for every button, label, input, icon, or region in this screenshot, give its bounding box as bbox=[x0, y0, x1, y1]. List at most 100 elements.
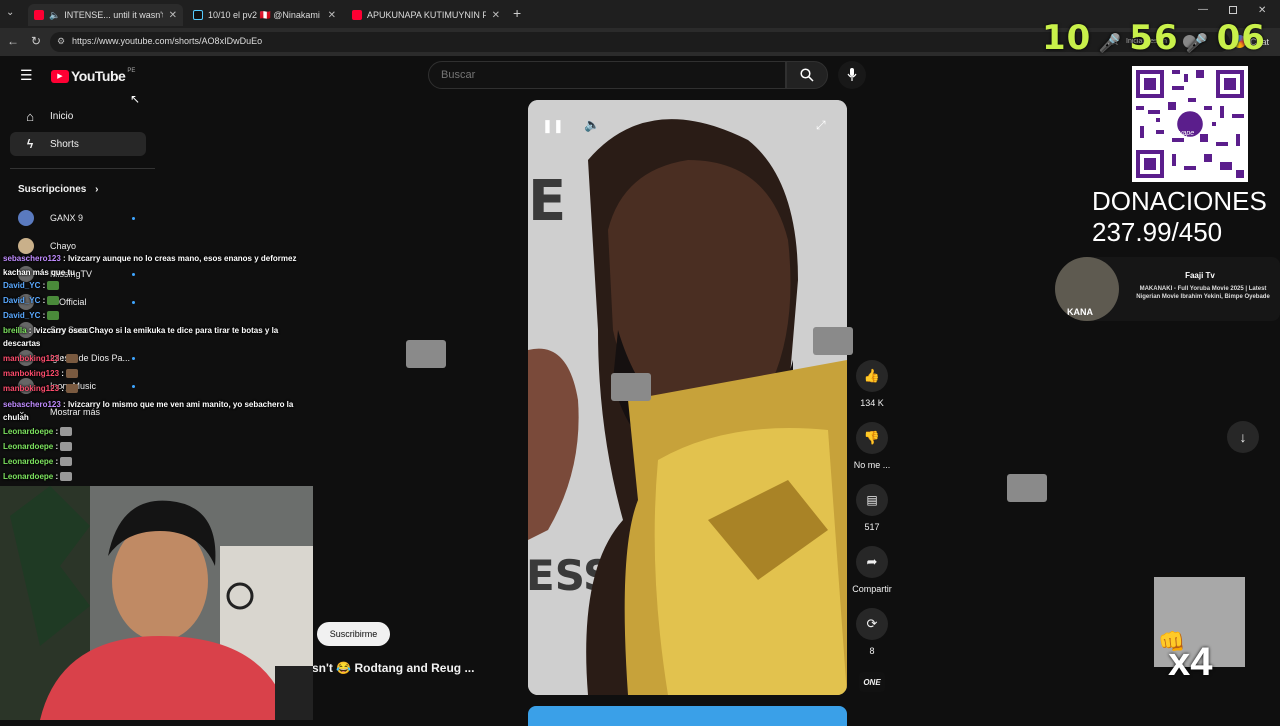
dislike-action[interactable]: 👎 No me ... bbox=[852, 422, 892, 470]
emote-icon bbox=[66, 369, 79, 379]
search-box[interactable] bbox=[428, 61, 786, 89]
youtube-logo[interactable]: ▶ YouTube PE bbox=[51, 68, 135, 84]
new-content-dot bbox=[132, 217, 135, 220]
clock-hours: 10 bbox=[1042, 18, 1092, 58]
chat-message: Leonardoepe : bbox=[3, 472, 73, 482]
yape-qr-code: yape bbox=[1132, 66, 1248, 182]
chat-username: Leonardoepe bbox=[3, 457, 54, 466]
browser-tab-2[interactable]: 10/10 el pv2 🇵🇪 @Ninakami #anim ✕ bbox=[187, 4, 342, 26]
chat-message: kachan más que tu bbox=[3, 268, 75, 277]
emote-icon bbox=[47, 281, 60, 291]
sidebar-divider bbox=[10, 168, 155, 169]
site-info-icon[interactable]: ⚙ bbox=[57, 36, 65, 47]
comments-action[interactable]: ▤ 517 bbox=[852, 484, 892, 532]
chat-username: sebaschero123 bbox=[3, 254, 61, 263]
emote-icon bbox=[60, 442, 73, 452]
emote-sticker bbox=[1007, 474, 1047, 502]
chat-text: : bbox=[53, 457, 59, 466]
chat-message: breilla : lvizcarry osea Chayo si la emi… bbox=[3, 326, 278, 335]
emote-multiplier-text: x4 bbox=[1168, 640, 1213, 684]
subscription-name: Chayo bbox=[50, 241, 77, 251]
chat-text: : bbox=[40, 281, 46, 290]
now-playing-thumbnail: KANA bbox=[1055, 257, 1119, 321]
share-label: Compartir bbox=[852, 584, 892, 594]
close-window-icon[interactable]: ✕ bbox=[1258, 5, 1266, 16]
webcam-feed bbox=[0, 486, 313, 720]
menu-hamburger-icon[interactable]: ☰ bbox=[20, 67, 33, 84]
search-input[interactable] bbox=[441, 69, 761, 81]
tab-title: APUKUNAPA KUTIMUYNIN PV2 - I bbox=[367, 10, 486, 20]
donations-label: DONACIONES bbox=[1092, 186, 1267, 216]
subscribe-button[interactable]: Suscribirme bbox=[317, 622, 390, 646]
like-count: 134 K bbox=[860, 398, 884, 408]
minimize-icon[interactable]: — bbox=[1198, 4, 1208, 15]
next-video-preview[interactable] bbox=[528, 706, 847, 726]
emote-icon bbox=[60, 457, 73, 467]
back-icon[interactable]: ← bbox=[7, 34, 19, 48]
youtube-play-icon: ▶ bbox=[51, 69, 69, 83]
chat-username: David_YC bbox=[3, 296, 41, 305]
qr-code-image bbox=[1132, 66, 1248, 182]
search-icon bbox=[800, 68, 814, 82]
chat-message: manboking123 : bbox=[3, 369, 79, 379]
close-tab-icon[interactable]: ✕ bbox=[322, 10, 336, 21]
comment-count: 517 bbox=[864, 522, 880, 532]
chat-message: David_YC : bbox=[3, 311, 60, 321]
remix-button[interactable]: ⟳ bbox=[856, 608, 888, 640]
chat-username: manboking123 bbox=[3, 369, 60, 378]
fullscreen-button[interactable]: ⤢ bbox=[816, 118, 826, 133]
shorts-video-player[interactable]: E ESS CO ❚❚ 🔈 ⤢ bbox=[528, 100, 847, 695]
emote-sticker bbox=[813, 327, 853, 355]
subscription-item[interactable]: GANX 9 bbox=[18, 210, 83, 226]
share-action[interactable]: ➦ Compartir bbox=[852, 546, 892, 594]
close-tab-icon[interactable]: ✕ bbox=[163, 10, 177, 21]
like-button[interactable]: 👍 bbox=[856, 360, 888, 392]
chat-username: Leonardoepe bbox=[3, 442, 54, 451]
chat-text: : bbox=[53, 427, 59, 436]
emote-sticker bbox=[406, 340, 446, 368]
volume-button[interactable]: 🔈 bbox=[584, 117, 600, 133]
chat-text: : lvizcarry aunque no lo creas mano, eso… bbox=[60, 254, 297, 263]
browser-tab-3[interactable]: APUKUNAPA KUTIMUYNIN PV2 - I ✕ bbox=[346, 4, 506, 26]
new-tab-icon[interactable]: + bbox=[513, 5, 521, 21]
subscriptions-title: Suscripciones bbox=[18, 184, 87, 195]
chat-message: manboking123 : bbox=[3, 354, 79, 364]
emote-icon bbox=[66, 354, 79, 364]
webcam-image bbox=[0, 486, 313, 720]
share-button[interactable]: ➦ bbox=[856, 546, 888, 578]
chat-message: manboking123 : bbox=[3, 384, 79, 394]
dislike-button[interactable]: 👎 bbox=[856, 422, 888, 454]
pause-button[interactable]: ❚❚ bbox=[542, 118, 564, 134]
next-video-button[interactable]: ↓ bbox=[1227, 421, 1259, 453]
chat-text: : lvizcarry lo mismo que me ven ami mani… bbox=[60, 400, 294, 409]
subscription-name: GANX 9 bbox=[50, 213, 84, 223]
home-icon: ⌂ bbox=[26, 108, 34, 124]
remix-action[interactable]: ⟳ 8 bbox=[852, 608, 892, 656]
chat-message: sebaschero123 : lvizcarry aunque no lo c… bbox=[3, 254, 296, 263]
sidebar-item-home[interactable]: ⌂ Inicio bbox=[10, 104, 146, 128]
chat-text: : bbox=[59, 369, 64, 378]
region-code: PE bbox=[127, 68, 136, 74]
now-playing-widget: KANA Faaji Tv MAKANAKI - Full Yoruba Mov… bbox=[1055, 257, 1280, 321]
subscriptions-header[interactable]: Suscripciones › bbox=[18, 184, 98, 195]
close-tab-icon[interactable]: ✕ bbox=[486, 10, 500, 21]
chat-text: : bbox=[59, 384, 64, 393]
comments-button[interactable]: ▤ bbox=[856, 484, 888, 516]
chat-text: chulah bbox=[3, 413, 29, 422]
chat-text: : bbox=[53, 442, 59, 451]
emote-sticker bbox=[611, 373, 651, 401]
chat-message: descartas bbox=[3, 339, 40, 348]
voice-search-button[interactable] bbox=[838, 61, 866, 89]
reload-icon[interactable]: ↻ bbox=[31, 34, 41, 48]
chat-username: Leonardoepe bbox=[3, 427, 54, 436]
sidebar-item-label: Shorts bbox=[50, 138, 79, 150]
search-button[interactable] bbox=[786, 61, 828, 89]
like-action[interactable]: 👍 134 K bbox=[852, 360, 892, 408]
thumbnail-text: KANA bbox=[1067, 307, 1093, 317]
sidebar-item-shorts[interactable]: ϟ Shorts bbox=[10, 132, 146, 156]
browser-tab-1[interactable]: 🔈 INTENSE... until it wasn't 😂 Ro ✕ bbox=[28, 4, 183, 26]
microphone-icon bbox=[847, 68, 857, 81]
tab-list-chevron-icon[interactable]: ⌄ bbox=[6, 7, 14, 18]
maximize-icon[interactable] bbox=[1229, 6, 1237, 14]
channel-badge[interactable]: ONE bbox=[859, 672, 885, 692]
